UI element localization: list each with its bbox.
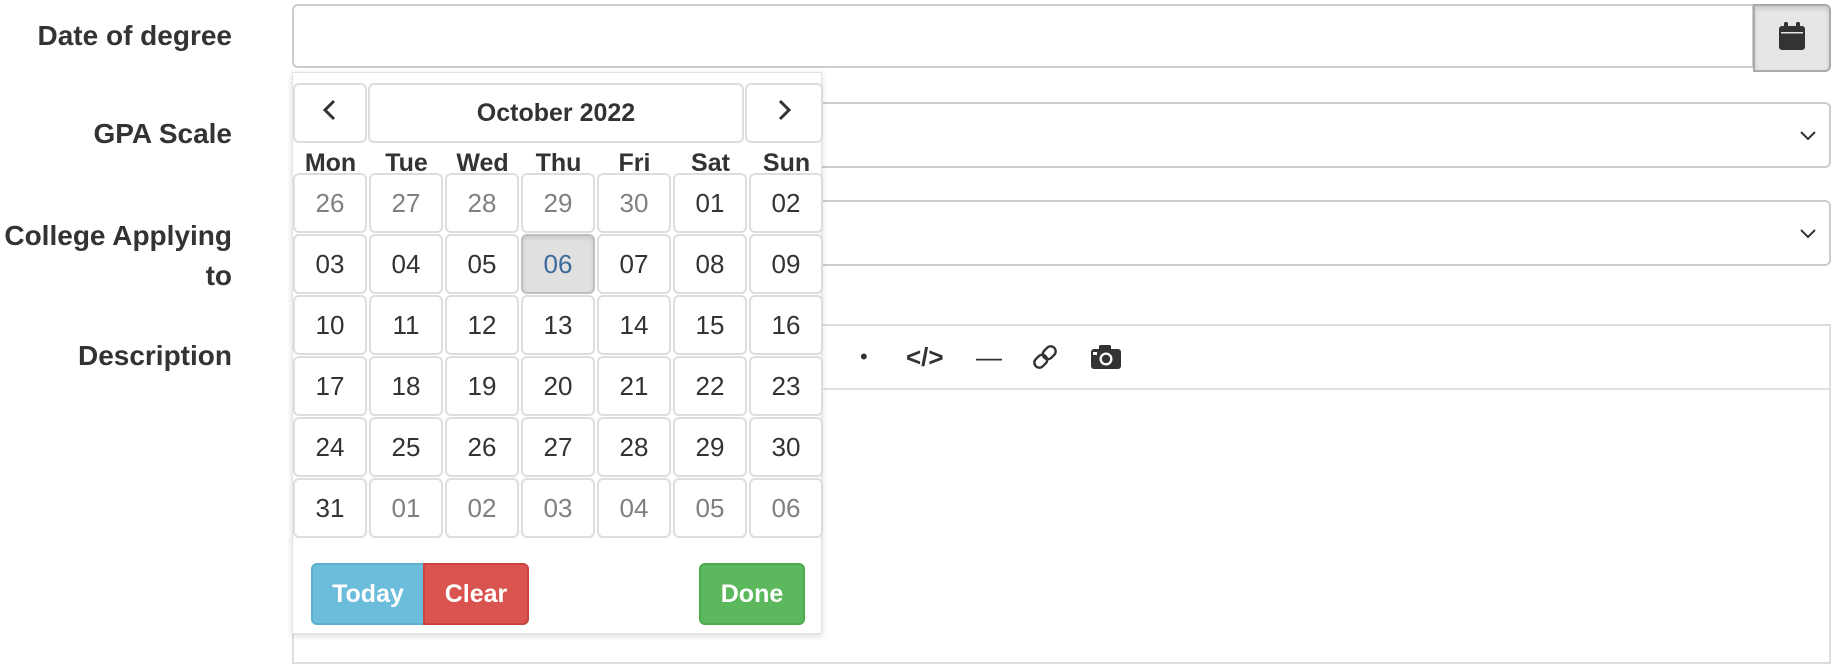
chevron-right-icon bbox=[774, 98, 794, 129]
day-cell[interactable]: 03 bbox=[521, 478, 595, 538]
calendar-icon bbox=[1779, 21, 1805, 55]
datepicker-popup: October 2022 Mon Tue Wed Thu Fri Sat Sun 26 27 2… bbox=[292, 72, 823, 634]
next-month-button[interactable] bbox=[745, 83, 823, 143]
day-cell[interactable]: 30 bbox=[597, 173, 671, 233]
day-cell[interactable]: 26 bbox=[445, 417, 519, 477]
day-cell[interactable]: 14 bbox=[597, 295, 671, 355]
day-cell[interactable]: 09 bbox=[749, 234, 823, 294]
day-cell[interactable]: 01 bbox=[673, 173, 747, 233]
day-cell[interactable]: 29 bbox=[521, 173, 595, 233]
month-year-title[interactable]: October 2022 bbox=[368, 83, 744, 143]
day-cell[interactable]: 02 bbox=[749, 173, 823, 233]
done-button[interactable]: Done bbox=[699, 563, 805, 625]
day-cell[interactable]: 13 bbox=[521, 295, 595, 355]
description-label: Description bbox=[77, 340, 232, 371]
today-button[interactable]: Today bbox=[311, 563, 425, 625]
day-cell[interactable]: 06 bbox=[749, 478, 823, 538]
chevron-down-icon bbox=[1797, 124, 1819, 151]
bullet-list-button[interactable]: • bbox=[860, 340, 868, 374]
day-cell[interactable]: 08 bbox=[673, 234, 747, 294]
day-cell[interactable]: 12 bbox=[445, 295, 519, 355]
day-cell[interactable]: 05 bbox=[445, 234, 519, 294]
day-cell[interactable]: 07 bbox=[597, 234, 671, 294]
clear-button[interactable]: Clear bbox=[423, 563, 529, 625]
day-cell[interactable]: 06 bbox=[521, 234, 595, 294]
day-cell[interactable]: 16 bbox=[749, 295, 823, 355]
day-cell[interactable]: 18 bbox=[369, 356, 443, 416]
day-cell[interactable]: 17 bbox=[293, 356, 367, 416]
day-cell[interactable]: 30 bbox=[749, 417, 823, 477]
day-cell[interactable]: 29 bbox=[673, 417, 747, 477]
horizontal-rule-button[interactable]: — bbox=[976, 340, 1002, 374]
day-cell[interactable]: 03 bbox=[293, 234, 367, 294]
link-icon[interactable] bbox=[1030, 342, 1060, 376]
day-cell[interactable]: 28 bbox=[597, 417, 671, 477]
chevron-down-icon bbox=[1797, 222, 1819, 249]
code-button[interactable]: </> bbox=[906, 340, 944, 374]
prev-month-button[interactable] bbox=[293, 83, 367, 143]
day-cell[interactable]: 19 bbox=[445, 356, 519, 416]
day-cell[interactable]: 20 bbox=[521, 356, 595, 416]
date-of-degree-label: Date of degree bbox=[37, 20, 233, 51]
day-cell[interactable]: 31 bbox=[293, 478, 367, 538]
day-cell[interactable]: 04 bbox=[597, 478, 671, 538]
college-label-line2: to bbox=[205, 260, 232, 291]
day-cell[interactable]: 11 bbox=[369, 295, 443, 355]
calendar-button[interactable] bbox=[1753, 4, 1831, 72]
day-cell[interactable]: 27 bbox=[369, 173, 443, 233]
college-label-line1: College Applying bbox=[4, 220, 232, 251]
day-cell[interactable]: 24 bbox=[293, 417, 367, 477]
day-cell[interactable]: 25 bbox=[369, 417, 443, 477]
day-cell[interactable]: 28 bbox=[445, 173, 519, 233]
day-cell[interactable]: 15 bbox=[673, 295, 747, 355]
day-cell[interactable]: 01 bbox=[369, 478, 443, 538]
image-icon[interactable] bbox=[1090, 344, 1122, 378]
day-cell[interactable]: 27 bbox=[521, 417, 595, 477]
day-cell[interactable]: 22 bbox=[673, 356, 747, 416]
day-cell[interactable]: 10 bbox=[293, 295, 367, 355]
college-applying-label: College Applying to bbox=[4, 216, 232, 296]
gpa-scale-label: GPA Scale bbox=[93, 118, 232, 149]
day-cell[interactable]: 05 bbox=[673, 478, 747, 538]
day-cell[interactable]: 26 bbox=[293, 173, 367, 233]
chevron-left-icon bbox=[320, 98, 340, 129]
date-of-degree-input[interactable] bbox=[292, 4, 1754, 68]
day-cell[interactable]: 21 bbox=[597, 356, 671, 416]
day-cell[interactable]: 02 bbox=[445, 478, 519, 538]
day-cell[interactable]: 23 bbox=[749, 356, 823, 416]
day-cell[interactable]: 04 bbox=[369, 234, 443, 294]
